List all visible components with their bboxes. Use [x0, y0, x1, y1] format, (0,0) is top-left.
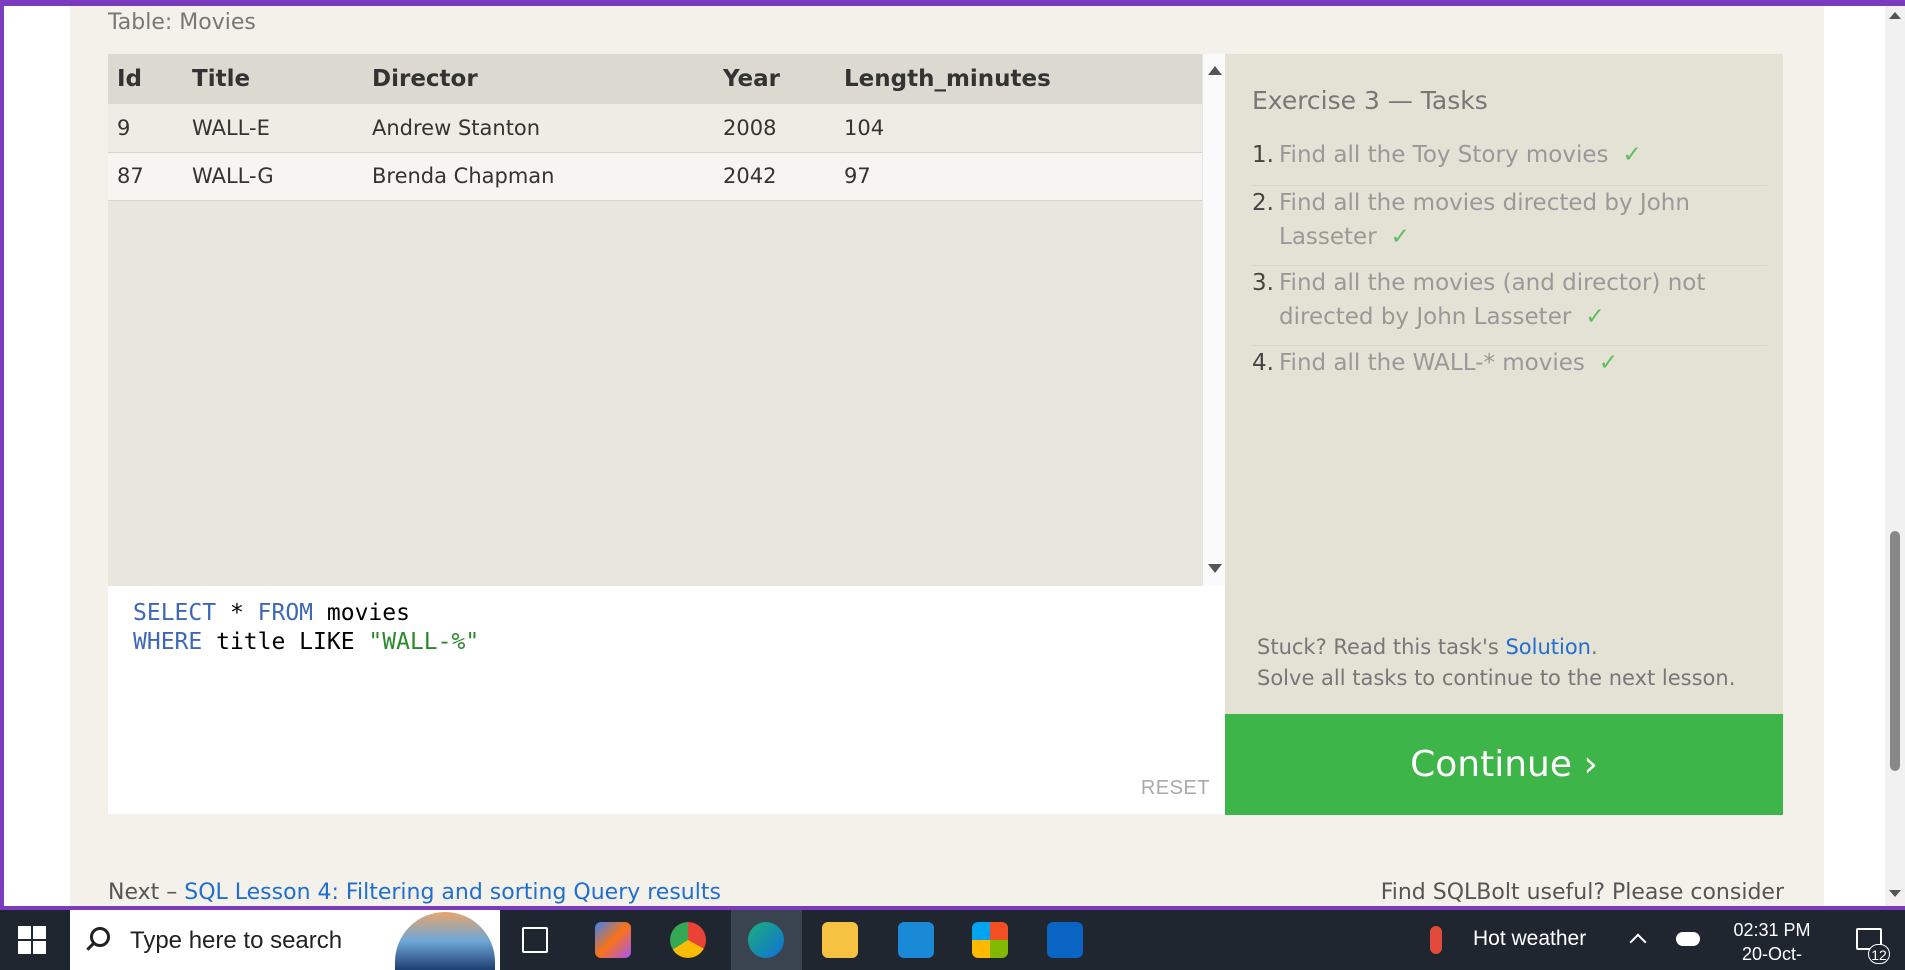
sql-keyword: SELECT	[133, 600, 217, 626]
code-line-2: WHERE title LIKE "WALL-%"	[133, 629, 479, 655]
task-number: 1.	[1252, 142, 1274, 168]
checkmark-icon: ✓	[1585, 304, 1605, 330]
system-clock[interactable]: 02:31 PM 20-Oct-2024	[1722, 918, 1822, 970]
code-text: movies	[313, 600, 410, 626]
column-header-id: Id	[108, 54, 183, 104]
outlook-icon[interactable]	[1047, 922, 1083, 958]
notification-badge: 12	[1868, 944, 1890, 964]
cell-title: WALL-G	[183, 152, 363, 201]
table-row: 87 WALL-G Brenda Chapman 2042 97	[108, 152, 1202, 201]
tasks-panel: Exercise 3 — Tasks 1. Find all the Toy S…	[1225, 54, 1783, 714]
next-lesson: Next – SQL Lesson 4: Filtering and sorti…	[108, 880, 721, 905]
vscode-icon[interactable]	[898, 922, 934, 958]
weather-text[interactable]: Hot weather	[1473, 927, 1586, 951]
task-item: 4. Find all the WALL-* movies ✓	[1252, 346, 1767, 394]
code-text: title LIKE	[202, 629, 369, 655]
windows-start-icon[interactable]	[18, 926, 46, 954]
solve-all-text: Solve all tasks to continue to the next …	[1257, 666, 1736, 690]
column-header-director: Director	[363, 54, 714, 104]
next-prefix: Next –	[108, 880, 185, 905]
task-number: 4.	[1252, 350, 1274, 376]
results-header-row: Id Title Director Year Length_minutes	[108, 54, 1202, 104]
taskbar-search-box[interactable]: Type here to search	[70, 910, 500, 970]
next-lesson-link[interactable]: SQL Lesson 4: Filtering and sorting Quer…	[184, 880, 721, 905]
scrollbar-thumb[interactable]	[1890, 531, 1900, 771]
code-line-1: SELECT * FROM movies	[133, 600, 410, 626]
stuck-hint: Stuck? Read this task's Solution. Solve …	[1257, 632, 1735, 694]
scroll-up-arrow-icon[interactable]	[1208, 66, 1222, 75]
task-item: 1. Find all the Toy Story movies ✓	[1252, 138, 1767, 186]
cell-id: 87	[108, 152, 183, 201]
cell-length: 97	[835, 152, 1202, 201]
search-highlight-image	[395, 912, 495, 970]
onedrive-icon[interactable]	[1676, 932, 1700, 946]
tasks-title: Exercise 3 — Tasks	[1252, 86, 1488, 115]
cell-year: 2042	[714, 152, 835, 201]
edge-icon[interactable]	[748, 922, 784, 958]
stuck-prefix: Stuck? Read this task's	[1257, 635, 1506, 659]
sql-editor[interactable]: SELECT * FROM movies WHERE title LIKE "W…	[108, 586, 1225, 814]
task-text: Find all the movies directed by John Las…	[1279, 190, 1690, 250]
cell-director: Andrew Stanton	[363, 104, 714, 153]
task-text: Find all the movies (and director) not d…	[1279, 270, 1706, 330]
solution-link[interactable]: Solution	[1505, 635, 1591, 659]
thermometer-icon[interactable]	[1430, 926, 1442, 954]
file-explorer-icon[interactable]	[822, 922, 858, 958]
task-text: Find all the WALL-* movies	[1279, 350, 1585, 376]
task-text: Find all the Toy Story movies	[1279, 142, 1609, 168]
cell-year: 2008	[714, 104, 835, 153]
chevron-up-icon[interactable]	[1629, 933, 1647, 951]
column-header-title: Title	[183, 54, 363, 104]
sql-keyword: FROM	[257, 600, 314, 626]
page-scrollbar[interactable]	[1885, 6, 1905, 906]
cell-director: Brenda Chapman	[363, 152, 714, 201]
code-text: *	[216, 600, 258, 626]
clock-time: 02:31 PM	[1733, 920, 1811, 940]
stuck-suffix: .	[1591, 635, 1598, 659]
column-header-year: Year	[714, 54, 835, 104]
clock-date: 20-Oct-2024	[1741, 944, 1802, 970]
results-scrollbar[interactable]	[1202, 54, 1225, 586]
task-number: 3.	[1252, 270, 1274, 296]
copilot-icon[interactable]	[595, 922, 631, 958]
support-text: Find SQLBolt useful? Please consider	[1380, 880, 1784, 905]
taskbar: Type here to search Hot weather 02:31 PM…	[0, 910, 1905, 970]
search-icon	[90, 927, 110, 947]
results-table: Id Title Director Year Length_minutes 9 …	[108, 54, 1202, 201]
checkmark-icon: ✓	[1598, 350, 1619, 376]
reset-button[interactable]: RESET	[1141, 777, 1210, 800]
sql-string: "WALL-%"	[368, 629, 480, 655]
query-results: Id Title Director Year Length_minutes 9 …	[108, 54, 1202, 586]
cell-length: 104	[835, 104, 1202, 153]
store-icon[interactable]	[972, 922, 1008, 958]
task-view-icon[interactable]	[522, 927, 548, 953]
checkmark-icon: ✓	[1622, 142, 1642, 168]
search-placeholder: Type here to search	[130, 927, 343, 954]
scroll-down-arrow-icon[interactable]	[1889, 890, 1901, 897]
cell-title: WALL-E	[183, 104, 363, 153]
task-number: 2.	[1252, 190, 1274, 216]
sql-keyword: WHERE	[133, 629, 203, 655]
table-label: Table: Movies	[108, 10, 256, 35]
column-header-length: Length_minutes	[835, 54, 1202, 104]
table-row: 9 WALL-E Andrew Stanton 2008 104	[108, 104, 1202, 153]
cell-id: 9	[108, 104, 183, 153]
scroll-down-arrow-icon[interactable]	[1208, 564, 1222, 573]
scroll-up-arrow-icon[interactable]	[1889, 12, 1901, 19]
checkmark-icon: ✓	[1390, 224, 1410, 250]
task-item: 2. Find all the movies directed by John …	[1252, 186, 1767, 266]
chrome-icon[interactable]	[670, 922, 706, 958]
task-item: 3. Find all the movies (and director) no…	[1252, 266, 1767, 346]
continue-button[interactable]: Continue ›	[1225, 714, 1783, 815]
